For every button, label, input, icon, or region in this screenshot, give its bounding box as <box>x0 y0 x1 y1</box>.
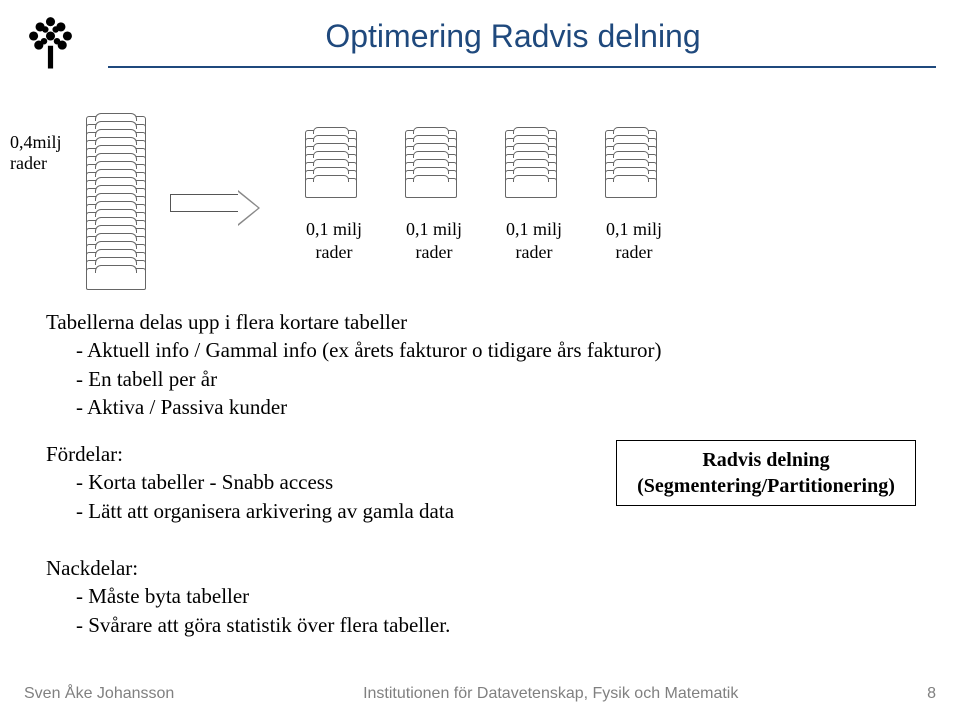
slide-title: Optimering Radvis delning <box>90 18 936 55</box>
paragraph-advantages: Fördelar: - Korta tabeller - Snabb acces… <box>46 440 566 525</box>
small-stack-2: 0,1 milj rader <box>405 130 463 263</box>
callout-box: Radvis delning (Segmentering/Partitioner… <box>616 440 916 506</box>
para2-bullet-2: - Lätt att organisera arkivering av gaml… <box>46 497 566 525</box>
callout-line2: (Segmentering/Partitionering) <box>625 473 907 499</box>
para2-head: Fördelar: <box>46 440 566 468</box>
small-stack-2-line1: 0,1 milj <box>406 218 462 241</box>
arrow-right-icon <box>170 190 260 226</box>
small-stack-2-line2: rader <box>406 241 462 264</box>
small-stack-1: 0,1 milj rader <box>305 130 363 263</box>
footer-page-number: 8 <box>927 685 936 703</box>
paragraph-disadvantages: Nackdelar: - Måste byta tabeller - Svåra… <box>46 554 566 639</box>
small-stack-1-line2: rader <box>306 241 362 264</box>
para1-bullet-3: - Aktiva / Passiva kunder <box>46 393 686 421</box>
para1-bullet-1: - Aktuell info / Gammal info (ex årets f… <box>46 336 686 364</box>
para1-bullet-2: - En tabell per år <box>46 365 686 393</box>
para3-bullet-2: - Svårare att göra statistik över flera … <box>46 611 566 639</box>
small-stack-3-line1: 0,1 milj <box>506 218 562 241</box>
small-stack-3: 0,1 milj rader <box>505 130 563 263</box>
small-stack-3-line2: rader <box>506 241 562 264</box>
big-stack-label-line1: 0,4milj <box>10 132 62 153</box>
callout-line1: Radvis delning <box>625 447 907 473</box>
para2-bullet-1: - Korta tabeller - Snabb access <box>46 468 566 496</box>
footer: Sven Åke Johansson Institutionen för Dat… <box>24 685 936 703</box>
footer-author: Sven Åke Johansson <box>24 685 174 703</box>
small-stack-4: 0,1 milj rader <box>605 130 663 263</box>
big-stack-label: 0,4milj rader <box>10 132 62 174</box>
para3-bullet-1: - Måste byta tabeller <box>46 582 566 610</box>
para3-head: Nackdelar: <box>46 554 566 582</box>
small-stacks-row: 0,1 milj rader 0,1 milj rader <box>305 130 663 263</box>
title-underline <box>108 66 936 68</box>
footer-institution: Institutionen för Datavetenskap, Fysik o… <box>174 685 927 703</box>
para1-line1: Tabellerna delas upp i flera kortare tab… <box>46 308 686 336</box>
small-stack-4-line2: rader <box>606 241 662 264</box>
small-stack-1-line1: 0,1 milj <box>306 218 362 241</box>
big-stack-label-line2: rader <box>10 153 62 174</box>
small-stack-4-line1: 0,1 milj <box>606 218 662 241</box>
big-stack-icon <box>86 116 156 296</box>
logo-tree-icon <box>18 10 83 80</box>
paragraph-tables-split: Tabellerna delas upp i flera kortare tab… <box>46 308 686 421</box>
